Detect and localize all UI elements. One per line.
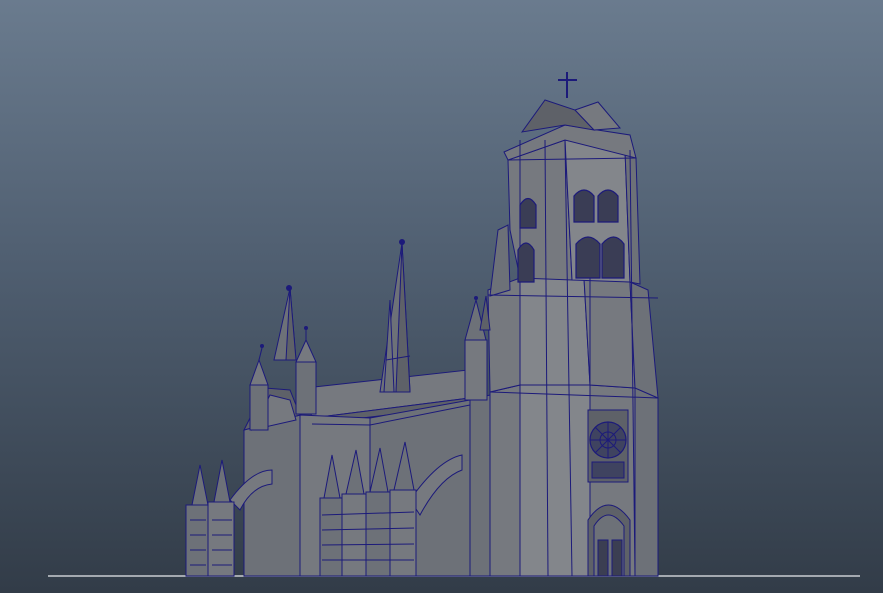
- rose-window: [587, 409, 629, 483]
- cathedral-model: [48, 72, 860, 577]
- central-spire: [379, 239, 411, 393]
- main-portal: [587, 504, 631, 577]
- bell-tower: [464, 72, 659, 577]
- 3d-viewport[interactable]: [0, 0, 883, 593]
